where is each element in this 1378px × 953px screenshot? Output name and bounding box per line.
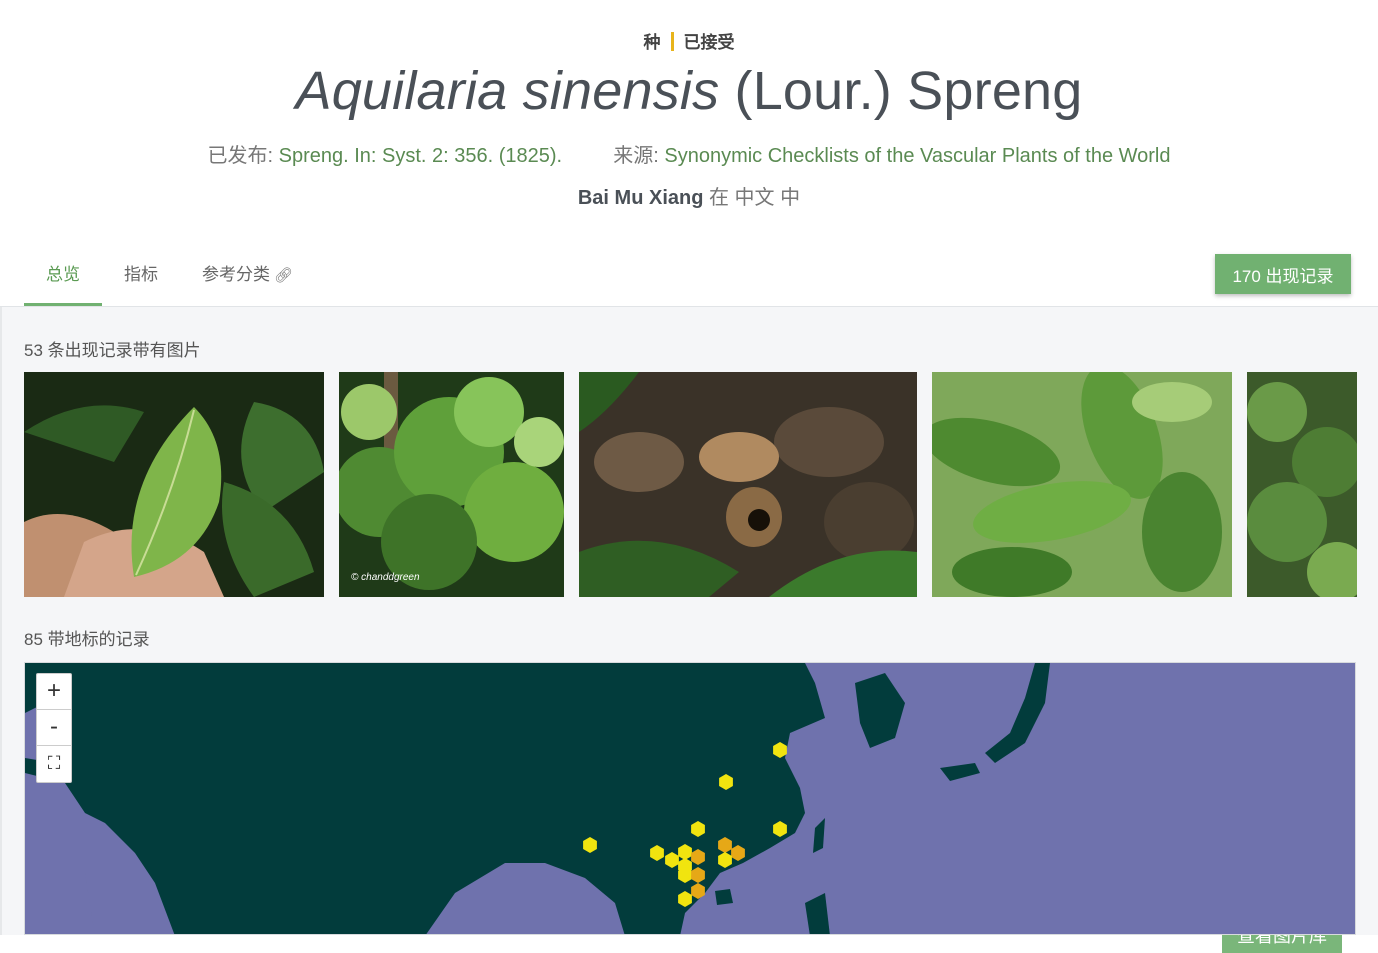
rank-status-row: 种 已接受 [0, 28, 1378, 53]
occurrences-button[interactable]: 170 出现记录 [1215, 254, 1351, 294]
occurrence-hex-marker[interactable] [691, 821, 705, 837]
images-section-label: 53 条出现记录带有图片 [24, 341, 201, 360]
occurrence-hex-marker[interactable] [718, 852, 732, 868]
tab-overview[interactable]: 总览 [24, 248, 102, 306]
rank-separator [670, 32, 674, 51]
page-title: Aquilaria sinensis (Lour.) Spreng [0, 60, 1378, 122]
tab-metrics-label: 指标 [124, 265, 158, 284]
authorship: (Lour.) Spreng [734, 61, 1083, 121]
occurrence-hex-marker[interactable] [678, 891, 692, 907]
published-link[interactable]: Spreng. In: Syst. 2: 356. (1825). [279, 145, 563, 167]
zoom-out-button[interactable]: - [37, 710, 71, 746]
source-label: 来源: [613, 145, 659, 167]
vernacular-row: Bai Mu Xiang 在 中文 中 [0, 181, 1378, 210]
fullscreen-icon[interactable]: ⛶ [37, 746, 71, 782]
status-label: 已接受 [683, 33, 735, 52]
occurrence-hex-marker[interactable] [665, 852, 679, 868]
zoom-in-button[interactable]: + [37, 674, 71, 710]
occurrence-hex-marker[interactable] [773, 821, 787, 837]
rank-label: 种 [643, 33, 661, 52]
published-label: 已发布: [207, 145, 274, 167]
occurrence-hex-marker[interactable] [691, 867, 705, 883]
occurrence-hex-marker[interactable] [678, 844, 692, 860]
occurrence-hex-marker[interactable] [691, 849, 705, 865]
map-zoom-control: + - ⛶ [36, 673, 72, 783]
tab-metrics[interactable]: 指标 [102, 248, 180, 306]
taxon-header: 种 已接受 Aquilaria sinensis (Lour.) Spreng 已… [0, 0, 1378, 306]
vernacular-language: 在 中文 中 [709, 187, 801, 209]
publication-row: 已发布: Spreng. In: Syst. 2: 356. (1825). 来… [0, 139, 1378, 168]
occurrence-map[interactable] [24, 662, 1356, 935]
occurrence-hex-marker[interactable] [773, 742, 787, 758]
image-gallery: © chanddgreen 查看图片库 [0, 372, 1378, 953]
occurrence-markers [583, 742, 787, 907]
tab-overview-label: 总览 [46, 265, 80, 284]
map-section-label: 85 带地标的记录 [24, 630, 150, 649]
occurrence-hex-marker[interactable] [650, 845, 664, 861]
occurrence-hex-marker[interactable] [731, 845, 745, 861]
tab-bar: 总览 指标 参考分类 🔗︎ [24, 248, 315, 306]
occurrence-hex-marker[interactable] [691, 883, 705, 899]
scientific-name: Aquilaria sinensis [295, 61, 720, 121]
tab-reference-taxonomy-label: 参考分类 [202, 265, 270, 284]
occurrence-hex-marker[interactable] [718, 837, 732, 853]
source-link[interactable]: Synonymic Checklists of the Vascular Pla… [664, 145, 1170, 167]
link-icon: 🔗︎ [274, 267, 294, 284]
gallery-image-1[interactable] [24, 372, 324, 597]
occurrence-hex-marker[interactable] [583, 837, 597, 853]
gallery-image-3[interactable] [579, 372, 917, 597]
gallery-image-4[interactable] [932, 372, 1232, 597]
vernacular-name: Bai Mu Xiang [577, 187, 704, 209]
image-watermark: © chanddgreen [351, 572, 420, 583]
occurrence-hex-marker[interactable] [719, 774, 733, 790]
tab-reference-taxonomy[interactable]: 参考分类 🔗︎ [180, 248, 315, 306]
gallery-image-2[interactable]: © chanddgreen [339, 372, 564, 597]
gallery-image-5[interactable] [1247, 372, 1357, 597]
